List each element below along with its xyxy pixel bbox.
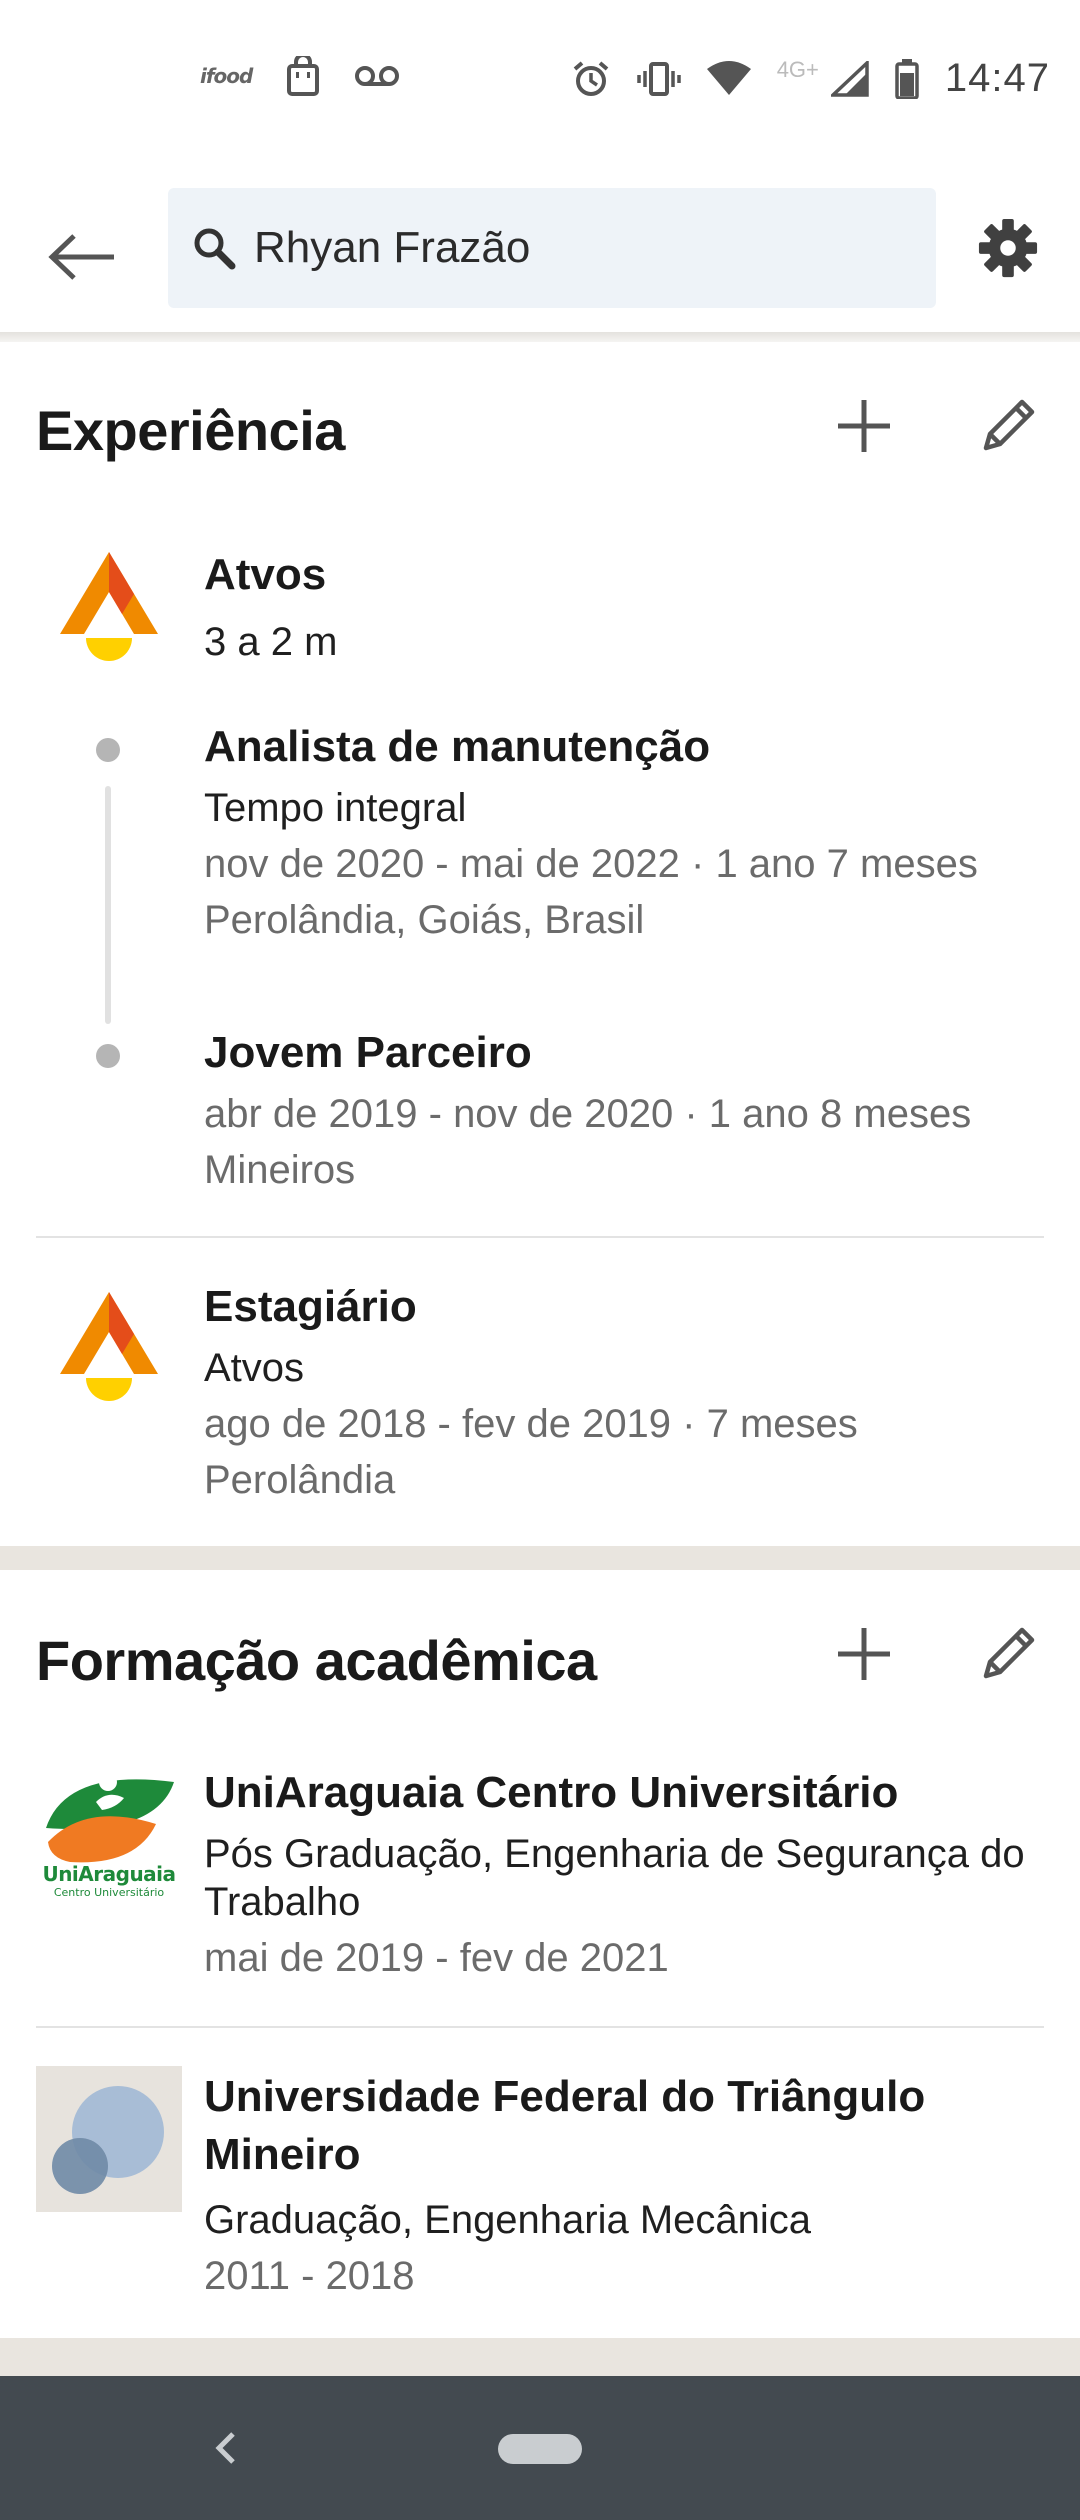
university-placeholder-logo[interactable] — [36, 2066, 182, 2212]
status-bar: ifood 4G+ 14:47 — [0, 0, 1080, 166]
divider — [36, 2026, 1044, 2028]
search-input[interactable]: Rhyan Frazão — [168, 188, 936, 308]
shopping-bag-icon — [286, 56, 320, 96]
role-location: Perolândia — [204, 1458, 396, 1502]
school-name-continued[interactable]: Mineiro — [204, 2130, 360, 2180]
network-type: 4G+ — [776, 56, 819, 82]
section-title: Experiência — [36, 399, 345, 462]
role-location: Mineiros — [204, 1148, 356, 1192]
degree: Pós Graduação, Engenharia de Segurança d… — [204, 1832, 1025, 1876]
atvos-logo-icon — [60, 1292, 158, 1401]
settings-button[interactable] — [970, 210, 1046, 286]
search-header: Rhyan Frazão — [0, 166, 1080, 334]
back-arrow-icon — [48, 234, 114, 280]
company-name[interactable]: Atvos — [204, 550, 326, 600]
signal-icon — [830, 60, 869, 97]
vibrate-icon — [636, 61, 681, 97]
wifi-icon — [706, 60, 751, 97]
header-shadow — [0, 332, 1080, 342]
logo-subtext: Centro Universitário — [53, 1886, 165, 1899]
role-title[interactable]: Estagiário — [204, 1282, 417, 1332]
atvos-logo-icon — [60, 552, 158, 661]
school-placeholder-icon — [52, 2086, 164, 2194]
education-section: Formação acadêmica UniAraguaia Centro Un… — [0, 1570, 1080, 2338]
ifood-icon: ifood — [200, 64, 253, 88]
add-experience-button[interactable] — [824, 386, 904, 466]
edit-education-button[interactable] — [968, 1614, 1048, 1694]
chevron-left-icon — [215, 2432, 235, 2464]
education-dates: 2011 - 2018 — [204, 2254, 415, 2298]
experience-section: Experiência Atvos 3 a 2 m Analista de ma… — [0, 342, 1080, 1546]
nav-home-pill[interactable] — [498, 2434, 582, 2464]
notification-icons: ifood — [200, 56, 400, 96]
plus-icon — [838, 1628, 890, 1680]
section-separator — [0, 1546, 1080, 1570]
timeline-dot — [96, 738, 120, 762]
atvos-logo[interactable] — [36, 1278, 182, 1424]
edit-experience-button[interactable] — [968, 386, 1048, 466]
company-name: Atvos — [204, 1346, 305, 1390]
role-type: Tempo integral — [204, 786, 467, 830]
uniaraguaia-logo[interactable]: UniAraguaia Centro Universitário — [36, 1762, 182, 1908]
section-separator — [0, 2338, 1080, 2376]
nav-back-button[interactable] — [190, 2412, 262, 2484]
search-query: Rhyan Frazão — [254, 223, 531, 272]
logo-text: UniAraguaia — [42, 1862, 176, 1886]
role-title[interactable]: Analista de manutenção — [204, 722, 710, 772]
clock: 14:47 — [944, 56, 1050, 100]
timeline-dot — [96, 1044, 120, 1068]
degree: Graduação, Engenharia Mecânica — [204, 2198, 812, 2242]
voicemail-icon — [354, 63, 400, 89]
atvos-logo[interactable] — [36, 538, 182, 684]
role-title[interactable]: Jovem Parceiro — [204, 1028, 532, 1078]
search-icon — [194, 228, 236, 270]
back-button[interactable] — [40, 214, 126, 300]
role-dates: nov de 2020 - mai de 2022 · 1 ano 7 mese… — [204, 842, 978, 886]
system-icons: 4G+ 14:47 — [571, 56, 1050, 101]
pencil-icon — [983, 1627, 1035, 1679]
role-dates: abr de 2019 - nov de 2020 · 1 ano 8 mese… — [204, 1092, 972, 1136]
timeline-line — [105, 786, 111, 1024]
education-dates: mai de 2019 - fev de 2021 — [204, 1936, 669, 1980]
school-name[interactable]: UniAraguaia Centro Universitário — [204, 1768, 898, 1818]
company-duration: 3 a 2 m — [204, 620, 338, 664]
alarm-icon — [571, 59, 611, 99]
role-dates: ago de 2018 - fev de 2019 · 7 meses — [204, 1402, 858, 1446]
pencil-icon — [983, 399, 1035, 451]
gear-icon — [978, 218, 1038, 278]
school-name[interactable]: Universidade Federal do Triângulo — [204, 2072, 925, 2122]
battery-icon — [895, 58, 919, 99]
degree-continued: Trabalho — [204, 1880, 361, 1924]
divider — [36, 1236, 1044, 1238]
add-education-button[interactable] — [824, 1614, 904, 1694]
section-title: Formação acadêmica — [36, 1629, 597, 1692]
system-navigation-bar — [0, 2376, 1080, 2520]
role-location: Perolândia, Goiás, Brasil — [204, 898, 645, 942]
plus-icon — [838, 400, 890, 452]
